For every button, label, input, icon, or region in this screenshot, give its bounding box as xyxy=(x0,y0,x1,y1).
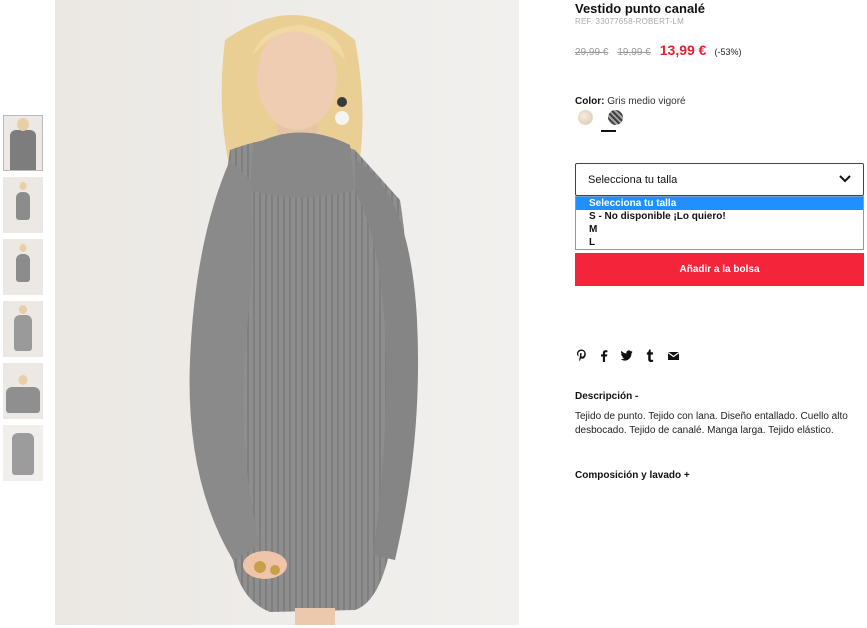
thumbnail-2[interactable] xyxy=(3,177,43,233)
thumbnail-figure xyxy=(16,254,30,282)
previous-price: 19,99 € xyxy=(617,47,651,58)
thumbnail-figure xyxy=(10,130,36,170)
twitter-icon[interactable] xyxy=(621,349,633,362)
description-text: Tejido de punto. Tejido con lana. Diseño… xyxy=(575,411,848,436)
thumbnail-gallery xyxy=(3,115,43,487)
size-dropdown-list: Selecciona tu talla S - No disponible ¡L… xyxy=(575,196,864,250)
size-select-label: Selecciona tu talla xyxy=(588,174,678,186)
mail-icon[interactable] xyxy=(667,349,679,362)
thumbnail-1[interactable] xyxy=(3,115,43,171)
thumbnail-figure xyxy=(6,387,40,413)
product-title: Vestido punto canalé xyxy=(575,1,706,16)
thumbnail-figure xyxy=(14,315,32,351)
description-toggle[interactable]: Descripción - xyxy=(575,391,638,402)
price-row: 29,99 € 19,99 € 13,99 € (-53%) xyxy=(575,42,741,58)
discount-badge: (-53%) xyxy=(714,47,742,57)
composition-toggle[interactable]: Composición y lavado + xyxy=(575,470,690,481)
thumbnail-head xyxy=(19,244,27,252)
thumbnail-figure xyxy=(12,433,34,475)
thumbnail-head xyxy=(19,305,27,314)
color-label: Color: xyxy=(575,96,605,107)
product-ref: REF. 33077658-ROBERT-LM xyxy=(575,17,684,26)
tumblr-icon[interactable] xyxy=(644,349,656,362)
size-option[interactable]: S - No disponible ¡Lo quiero! xyxy=(576,210,863,223)
size-option[interactable]: Selecciona tu talla xyxy=(576,197,863,210)
model-illustration xyxy=(189,15,419,625)
thumbnail-6[interactable] xyxy=(3,425,43,481)
color-swatch-beige[interactable] xyxy=(578,110,593,125)
pinterest-icon[interactable] xyxy=(575,349,587,362)
product-main-image xyxy=(55,0,519,625)
original-price: 29,99 € xyxy=(575,47,609,58)
add-to-bag-button[interactable]: Añadir a la bolsa xyxy=(575,253,864,286)
size-option[interactable]: L xyxy=(576,236,863,249)
chevron-down-icon xyxy=(839,175,851,183)
thumbnail-head xyxy=(17,118,29,131)
size-select[interactable]: Selecciona tu talla xyxy=(575,163,864,196)
color-info: Color: Gris medio vigoré xyxy=(575,96,686,107)
sale-price: 13,99 € xyxy=(659,42,707,58)
color-swatches xyxy=(578,110,623,125)
facebook-icon[interactable] xyxy=(598,349,610,362)
thumbnail-head xyxy=(18,375,28,385)
thumbnail-head xyxy=(19,182,27,190)
size-option[interactable]: M xyxy=(576,223,863,236)
share-icons xyxy=(575,349,679,362)
color-swatch-grey[interactable] xyxy=(608,110,623,125)
thumbnail-3[interactable] xyxy=(3,239,43,295)
thumbnail-figure xyxy=(16,192,30,220)
color-value: Gris medio vigoré xyxy=(607,96,686,107)
thumbnail-4[interactable] xyxy=(3,301,43,357)
thumbnail-5[interactable] xyxy=(3,363,43,419)
selected-swatch-indicator xyxy=(601,130,616,132)
